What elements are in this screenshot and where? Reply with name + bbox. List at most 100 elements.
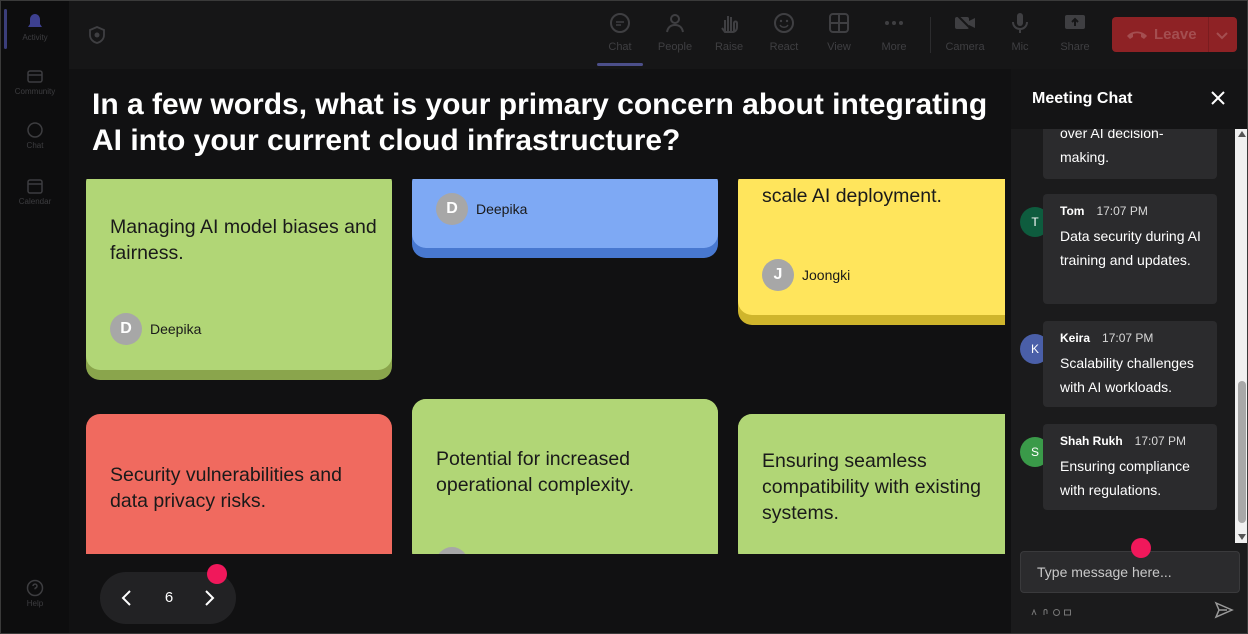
meeting-chat-panel: Meeting Chat over AI decision- making. T…: [1011, 69, 1247, 633]
chevron-left-icon[interactable]: [116, 586, 138, 610]
scroll-thumb[interactable]: [1238, 381, 1246, 523]
card-author: J Joongki: [762, 259, 850, 291]
message-meta: Keira 17:07 PM: [1060, 331, 1153, 345]
toolbar-label: Chat: [608, 41, 632, 53]
card-text: scale AI deployment.: [762, 185, 942, 207]
response-card[interactable]: Managing AI model biases and fairness. D…: [86, 179, 392, 380]
toolbar-view-button[interactable]: View: [817, 11, 861, 53]
camera-off-icon: [955, 13, 975, 33]
toolbar-raise-button[interactable]: Raise: [707, 11, 751, 53]
chat-message-input[interactable]: [1020, 551, 1240, 593]
responses-board: Managing AI model biases and fairness. D…: [69, 179, 1005, 554]
rail-item-community[interactable]: Community: [1, 67, 69, 96]
message-time: 17:07 PM: [1096, 204, 1148, 218]
avatar: D: [436, 193, 468, 225]
sender-name: Keira: [1060, 331, 1091, 345]
avatar: [436, 547, 468, 554]
toolbar-label: Share: [1060, 41, 1090, 53]
avatar-initial: S: [1030, 445, 1039, 459]
rail-item-help[interactable]: Help: [1, 579, 69, 608]
toolbar-divider: [930, 17, 931, 53]
toolbar-react-button[interactable]: React: [762, 11, 806, 53]
mic-icon: [1012, 13, 1028, 33]
card-text: Security vulnerabilities and data privac…: [110, 464, 342, 512]
toolbar-more-button[interactable]: More: [872, 11, 916, 53]
chat-icon: [610, 13, 630, 33]
toolbar-label: Camera: [945, 41, 985, 53]
chat-header: Meeting Chat: [1011, 69, 1247, 129]
message-meta: Tom 17:07 PM: [1060, 204, 1148, 218]
emoji-icon[interactable]: [1053, 603, 1060, 616]
response-card[interactable]: Potential for increased operational comp…: [412, 399, 718, 554]
gif-icon[interactable]: [1064, 603, 1071, 616]
toolbar-chat-button[interactable]: Chat: [598, 11, 642, 53]
rail-item-label: Community: [14, 87, 56, 96]
cursor-indicator: [207, 564, 227, 584]
format-icon[interactable]: [1031, 603, 1038, 616]
toolbar-people-button[interactable]: People: [653, 11, 697, 53]
help-icon: [26, 579, 44, 597]
card-author: [436, 547, 476, 554]
message-text: Ensuring compliance with regulations.: [1060, 458, 1190, 498]
rail-item-calendar[interactable]: Calendar: [1, 177, 69, 206]
response-card[interactable]: D Deepika: [412, 179, 718, 258]
rail-item-chat[interactable]: Chat: [1, 121, 69, 150]
scroll-up-arrow-icon[interactable]: [1238, 131, 1246, 137]
leave-button[interactable]: Leave: [1112, 17, 1237, 52]
main-stage: In a few words, what is your primary con…: [69, 69, 1011, 633]
cursor-indicator: [1131, 538, 1151, 558]
question-title: In a few words, what is your primary con…: [92, 88, 988, 157]
toolbar-camera-button[interactable]: Camera: [943, 11, 987, 53]
card-author: D Deepika: [436, 193, 527, 225]
toolbar-label: More: [881, 41, 907, 53]
avatar-initial: T: [1031, 215, 1039, 229]
attach-icon[interactable]: [1042, 603, 1049, 615]
shield-icon[interactable]: [87, 25, 107, 45]
response-card[interactable]: scale AI deployment. J Joongki: [738, 179, 1005, 325]
chat-scrollbar[interactable]: [1235, 129, 1247, 543]
rail-item-label: Help: [26, 599, 44, 608]
chat-message: Keira 17:07 PM Scalability challenges wit…: [1043, 321, 1217, 407]
grid-view-icon: [829, 13, 849, 33]
message-time: 17:07 PM: [1134, 434, 1187, 448]
chat-bubble-icon: [27, 122, 43, 138]
toolbar-label: React: [769, 41, 799, 53]
leave-label: Leave: [1154, 26, 1197, 43]
meeting-toolbar: Chat People Raise React View More Camera: [69, 1, 1247, 69]
toolbar-share-button[interactable]: Share: [1053, 11, 1097, 53]
author-name: Deepika: [476, 201, 528, 217]
toolbar-label: People: [657, 41, 693, 53]
avatar: D: [110, 313, 142, 345]
chat-messages: over AI decision- making. T Tom 17:07 PM …: [1011, 129, 1247, 543]
card-text: Ensuring seamless compatibility with exi…: [762, 450, 981, 524]
send-icon[interactable]: [1214, 601, 1234, 619]
people-icon: [666, 14, 684, 33]
toolbar-mic-button[interactable]: Mic: [998, 11, 1042, 53]
chevron-right-icon[interactable]: [198, 586, 220, 610]
close-icon[interactable]: [1209, 89, 1227, 107]
rail-item-activity[interactable]: Activity: [1, 13, 69, 42]
rail-item-label: Chat: [26, 141, 44, 150]
message-text: Scalability challenges with AI workloads…: [1060, 355, 1194, 395]
response-card[interactable]: Security vulnerabilities and data privac…: [86, 414, 392, 554]
page-number: 6: [164, 589, 174, 606]
card-text: Potential for increased operational comp…: [436, 448, 634, 496]
chevron-down-icon[interactable]: [1215, 28, 1229, 42]
response-card[interactable]: Ensuring seamless compatibility with exi…: [738, 414, 1005, 554]
avatar: J: [762, 259, 794, 291]
smiley-icon: [774, 13, 794, 33]
sender-name: Shah Rukh: [1060, 434, 1123, 448]
card-author: D Deepika: [110, 313, 201, 345]
rail-item-label: Activity: [22, 33, 48, 42]
author-name: Deepika: [150, 321, 202, 337]
bell-icon: [28, 14, 42, 27]
scroll-down-arrow-icon[interactable]: [1238, 534, 1246, 540]
sender-name: Tom: [1060, 204, 1085, 218]
message-meta: Shah Rukh 17:07 PM: [1060, 434, 1186, 448]
toolbar-label: View: [827, 41, 851, 53]
message-text: Data security during AI training and upd…: [1060, 228, 1201, 268]
meeting-app: Activity Community Chat Calendar Help Ch…: [0, 0, 1248, 634]
card-text: Managing AI model biases and fairness.: [110, 216, 377, 264]
community-icon: [27, 70, 43, 83]
chat-message: Tom 17:07 PM Data security during AI trai…: [1043, 194, 1217, 304]
